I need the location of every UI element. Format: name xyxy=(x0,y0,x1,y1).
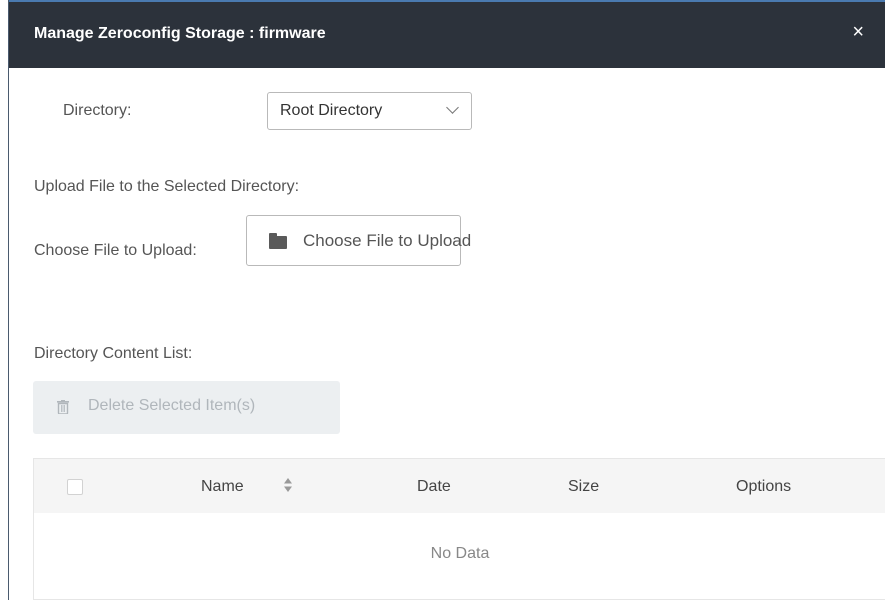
select-all-checkbox[interactable] xyxy=(67,479,83,495)
directory-select[interactable]: Root Directory xyxy=(267,92,472,130)
column-header-size: Size xyxy=(568,478,600,495)
directory-label: Directory: xyxy=(63,102,132,119)
dialog-titlebar: Manage Zeroconfig Storage : firmware × xyxy=(9,0,885,68)
directory-select-value: Root Directory xyxy=(280,102,383,119)
folder-icon xyxy=(269,233,287,249)
choose-file-label: Choose File to Upload: xyxy=(34,242,197,259)
directory-content-heading: Directory Content List: xyxy=(34,345,193,362)
choose-file-button-label[interactable]: Choose File to Upload xyxy=(303,231,471,251)
manage-storage-dialog: Manage Zeroconfig Storage : firmware × D… xyxy=(8,0,885,600)
empty-table-message: No Data xyxy=(430,545,490,562)
delete-selected-button[interactable]: Delete Selected Item(s) xyxy=(33,381,340,434)
delete-selected-label: Delete Selected Item(s) xyxy=(88,397,256,414)
column-header-name[interactable]: Name xyxy=(201,478,244,496)
upload-heading: Upload File to the Selected Directory: xyxy=(34,178,300,195)
sort-icon[interactable] xyxy=(283,476,293,494)
close-icon[interactable]: × xyxy=(852,22,864,42)
column-header-options: Options xyxy=(736,478,792,495)
dialog-title: Manage Zeroconfig Storage : firmware xyxy=(34,25,326,42)
trash-icon xyxy=(57,400,69,414)
chevron-down-icon xyxy=(446,101,459,114)
table-header: Name Date Size Options xyxy=(34,459,885,513)
column-header-date: Date xyxy=(417,478,451,495)
directory-content-table: Name Date Size Options No Data xyxy=(33,458,885,600)
